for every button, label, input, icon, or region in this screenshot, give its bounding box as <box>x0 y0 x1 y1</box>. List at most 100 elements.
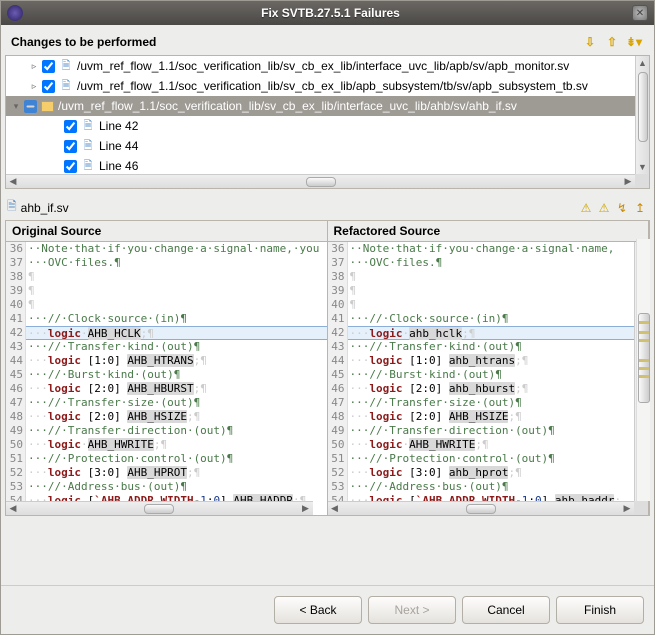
code-text: ···logic·AHB_HCLK;¶ <box>26 326 327 340</box>
code-line: 54···logic [`AHB_ADDR_WIDTH-1:0] AHB_HAD… <box>6 494 327 501</box>
line-number: 45 <box>328 368 348 382</box>
overview-thumb[interactable] <box>638 313 650 403</box>
line-number: 44 <box>6 354 26 368</box>
line-number: 52 <box>328 466 348 480</box>
goto-prev-icon[interactable]: ↥ <box>632 200 648 216</box>
code-text: ¶ <box>26 284 327 298</box>
tree-line-item[interactable]: 🗎Line 46 <box>6 156 635 174</box>
scroll-left-icon[interactable]: ◀ <box>6 175 20 189</box>
code-text: ···//·Protection·control·(out)¶ <box>26 452 327 466</box>
prev-change-icon[interactable]: ⇧ <box>602 33 622 51</box>
scroll-hthumb[interactable] <box>144 504 174 514</box>
tree-checkbox[interactable] <box>42 60 55 73</box>
code-text: ···//·Transfer·direction·(out)¶ <box>348 424 635 438</box>
code-line: 44···logic [1:0] AHB_HTRANS;¶ <box>6 354 327 368</box>
right-code-area[interactable]: 36··Note·that·if·you·change·a·signal·nam… <box>328 242 649 515</box>
warning-icon[interactable]: ⚠ <box>578 200 594 216</box>
code-line: 41···//·Clock·source·(in)¶ <box>6 312 327 326</box>
line-number: 54 <box>328 494 348 501</box>
warning2-icon[interactable]: ⚠ <box>596 200 612 216</box>
file-tab-row: 🗎 ahb_if.sv ⚠ ⚠ ↯ ↥ <box>1 193 654 220</box>
code-text: ···logic [1:0] ahb_htrans;¶ <box>348 354 635 368</box>
tree-file-item[interactable]: ▹🗎/uvm_ref_flow_1.1/soc_verification_lib… <box>6 56 635 76</box>
scroll-right-icon[interactable]: ▶ <box>620 502 634 516</box>
tree-checkbox[interactable] <box>64 140 77 153</box>
scroll-hthumb[interactable] <box>306 177 336 187</box>
next-button: Next > <box>368 596 456 624</box>
tree-viewport[interactable]: ▹🗎/uvm_ref_flow_1.1/soc_verification_lib… <box>6 56 635 174</box>
code-line: 36··Note·that·if·you·change·a·signal·nam… <box>328 242 635 256</box>
filter-dropdown-icon[interactable]: ⇟▾ <box>624 33 644 51</box>
tree-line-item[interactable]: 🗎Line 42 <box>6 116 635 136</box>
line-number: 40 <box>6 298 26 312</box>
button-bar: < Back Next > Cancel Finish <box>1 585 654 634</box>
left-code-area[interactable]: 36··Note·that·if·you·change·a·signal·nam… <box>6 242 327 515</box>
line-number: 45 <box>6 368 26 382</box>
finish-button[interactable]: Finish <box>556 596 644 624</box>
line-number: 40 <box>328 298 348 312</box>
scroll-left-icon[interactable]: ◀ <box>328 502 342 516</box>
scroll-down-icon[interactable]: ▼ <box>636 160 650 174</box>
close-icon[interactable]: ✕ <box>632 5 648 21</box>
code-text: ···logic [2:0] AHB_HBURST;¶ <box>26 382 327 396</box>
code-text: ···OVC·files.¶ <box>348 256 635 270</box>
tree-item-label: /uvm_ref_flow_1.1/soc_verification_lib/s… <box>77 79 588 93</box>
tree-file-item[interactable]: ▹🗎/uvm_ref_flow_1.1/soc_verification_lib… <box>6 76 635 96</box>
twisty-icon[interactable]: ▹ <box>28 80 40 92</box>
file-icon: 🗎 <box>7 197 17 218</box>
scroll-thumb[interactable] <box>638 72 648 142</box>
twisty-icon[interactable]: ▾ <box>10 100 22 112</box>
code-line: 42···logic·AHB_HCLK;¶ <box>6 326 327 340</box>
code-text: ···//·Burst·kind·(out)¶ <box>26 368 327 382</box>
code-line: 39¶ <box>6 284 327 298</box>
scroll-left-icon[interactable]: ◀ <box>6 502 20 516</box>
tree-file-item[interactable]: ▾/uvm_ref_flow_1.1/soc_verification_lib/… <box>6 96 635 116</box>
line-number: 51 <box>328 452 348 466</box>
code-text: ···//·Address·bus·(out)¶ <box>26 480 327 494</box>
code-line: 41···//·Clock·source·(in)¶ <box>328 312 635 326</box>
eclipse-icon <box>7 5 23 21</box>
tree-checkbox[interactable] <box>64 120 77 133</box>
scroll-up-icon[interactable]: ▲ <box>636 56 650 70</box>
line-number: 52 <box>6 466 26 480</box>
folder-icon <box>41 101 54 112</box>
code-line: 50···logic·AHB_HWRITE;¶ <box>328 438 635 452</box>
titlebar[interactable]: Fix SVTB.27.5.1 Failures ✕ <box>1 1 654 25</box>
code-line: 40¶ <box>6 298 327 312</box>
twisty-icon[interactable]: ▹ <box>28 60 40 72</box>
tree-hscrollbar[interactable]: ◀ ▶ <box>6 174 635 188</box>
line-number: 47 <box>6 396 26 410</box>
code-text: ¶ <box>348 270 635 284</box>
line-number: 41 <box>6 312 26 326</box>
tree-checkbox[interactable] <box>64 160 77 173</box>
scroll-hthumb[interactable] <box>466 504 496 514</box>
right-header: Refactored Source <box>328 221 649 242</box>
changes-header: Changes to be performed <box>11 35 156 49</box>
back-button[interactable]: < Back <box>274 596 362 624</box>
tree-checkbox[interactable] <box>42 80 55 93</box>
line-number: 39 <box>6 284 26 298</box>
code-text: ···//·Transfer·size·(out)¶ <box>26 396 327 410</box>
code-text: ···logic [1:0] AHB_HTRANS;¶ <box>26 354 327 368</box>
code-text: ···//·Address·bus·(out)¶ <box>348 480 635 494</box>
line-number: 36 <box>328 242 348 256</box>
code-line: 49···//·Transfer·direction·(out)¶ <box>328 424 635 438</box>
code-text: ¶ <box>26 298 327 312</box>
scroll-right-icon[interactable]: ▶ <box>299 502 313 516</box>
code-line: 47···//·Transfer·size·(out)¶ <box>6 396 327 410</box>
cancel-button[interactable]: Cancel <box>462 596 550 624</box>
line-number: 50 <box>6 438 26 452</box>
left-hscrollbar[interactable]: ◀ ▶ <box>6 501 313 515</box>
file-tab: 🗎 ahb_if.sv <box>7 197 69 218</box>
scroll-right-icon[interactable]: ▶ <box>621 175 635 189</box>
line-number: 44 <box>328 354 348 368</box>
goto-next-icon[interactable]: ↯ <box>614 200 630 216</box>
overview-ruler[interactable] <box>636 239 650 501</box>
next-change-icon[interactable]: ⇩ <box>580 33 600 51</box>
tree-line-item[interactable]: 🗎Line 44 <box>6 136 635 156</box>
line-number: 49 <box>328 424 348 438</box>
code-text: ···logic [2:0] AHB_HSIZE;¶ <box>348 410 635 424</box>
tree-checkbox[interactable] <box>24 100 37 113</box>
right-hscrollbar[interactable]: ◀ ▶ <box>328 501 635 515</box>
tree-vscrollbar[interactable]: ▲ ▼ <box>635 56 649 174</box>
